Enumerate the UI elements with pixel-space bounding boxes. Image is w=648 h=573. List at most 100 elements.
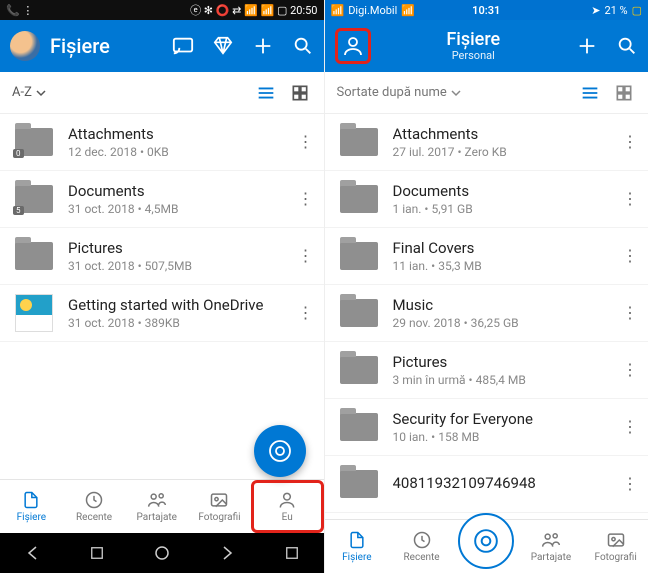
file-icon [12,295,56,331]
more-icon[interactable]: ⋮ [618,191,642,207]
list-item[interactable]: Final Covers 11 ian. • 35,3 MB ⋮ [325,228,648,285]
view-list-icon[interactable] [252,79,280,107]
more-icon[interactable]: ⋮ [618,134,642,150]
item-name: Documents [68,182,294,200]
list-item[interactable]: Attachments 27 iul. 2017 • Zero KB ⋮ [325,114,648,171]
item-name: Attachments [393,125,619,143]
cast-icon[interactable] [172,35,194,57]
item-meta: 11 ian. • 35,3 MB [393,259,619,273]
overview-key[interactable] [285,546,299,560]
nav-partajate[interactable]: Partajate [125,480,188,533]
item-meta: 31 oct. 2018 • 389KB [68,316,294,330]
nav-recente[interactable]: Recente [389,520,454,573]
nav-label: Recente [76,512,112,523]
menu-key[interactable] [219,545,235,561]
profile-button[interactable] [335,28,371,64]
list-item[interactable]: Pictures 31 oct. 2018 • 507,5MB ⋮ [0,228,324,285]
item-meta: 27 iul. 2017 • Zero KB [393,145,619,159]
back-key[interactable] [25,545,41,561]
more-icon[interactable]: ⋮ [294,248,318,264]
folder-icon [12,238,56,274]
item-name: Getting started with OneDrive [68,296,294,314]
more-icon[interactable]: ⋮ [294,134,318,150]
view-grid-icon[interactable] [286,79,314,107]
list-item[interactable]: Security for Everyone 10 ian. • 158 MB ⋮ [325,399,648,456]
nav-icon [21,490,41,510]
search-icon[interactable] [616,35,638,57]
home-key[interactable] [154,545,170,561]
battery-icon: ▢ [632,4,642,17]
folder-icon [337,466,381,502]
plus-icon[interactable] [252,35,274,57]
nav-recente[interactable]: Recente [63,480,126,533]
more-icon[interactable]: ⋮ [618,305,642,321]
more-icon[interactable]: ⋮ [618,419,642,435]
search-icon[interactable] [292,35,314,57]
list-item[interactable]: Music 29 nov. 2018 • 36,25 GB ⋮ [325,285,648,342]
recent-key[interactable] [90,546,104,560]
nav-icon [606,530,626,550]
folder-icon [337,181,381,217]
status-right: ⓔ ✻ ⭕ ⇄ 📶 📶 ▢ 20:50 [190,2,317,18]
nav-icon [541,530,561,550]
nav-fișiere[interactable]: Fișiere [0,480,63,533]
list-item[interactable]: Pictures 3 min în urmă • 485,4 MB ⋮ [325,342,648,399]
item-meta: 31 oct. 2018 • 4,5MB [68,202,294,216]
folder-icon [337,352,381,388]
folder-icon [337,295,381,331]
sort-dropdown[interactable]: Sortate după nume [337,85,461,100]
item-name: Security for Everyone [393,410,619,428]
view-list-icon[interactable] [576,79,604,107]
nav-eu[interactable]: Eu [251,480,324,533]
nav-label: Recente [404,552,440,563]
file-list: 0 Attachments 12 dec. 2018 • 0KB ⋮ 5 Doc… [0,114,324,479]
nav-partajate[interactable]: Partajate [519,520,584,573]
item-meta: 31 oct. 2018 • 507,5MB [68,259,294,273]
nav-icon [84,490,104,510]
android-screen: 📞 ⋮ ⓔ ✻ ⭕ ⇄ 📶 📶 ▢ 20:50 Fișiere A-Z 0 At… [0,0,325,573]
item-name: 40811932109746948 [393,474,619,492]
item-name: Music [393,296,619,314]
bottom-nav: Fișiere Recente Partajate Fotografii Eu [0,479,324,533]
item-name: Pictures [393,353,619,371]
more-icon[interactable]: ⋮ [294,305,318,321]
nav-label: Fotografii [595,552,637,563]
nav-scan[interactable] [454,520,519,573]
avatar[interactable] [10,31,40,61]
nav-fotografii[interactable]: Fotografii [583,520,648,573]
list-item[interactable]: Documents 1 ian. • 5,91 GB ⋮ [325,171,648,228]
nav-label: Partajate [137,512,177,523]
nav-fotografii[interactable]: Fotografii [188,480,251,533]
nav-label: Partajate [531,552,571,563]
nav-icon [147,490,167,510]
sort-dropdown[interactable]: A-Z [12,85,46,100]
folder-icon [337,124,381,160]
status-left: 📞 ⋮ [6,4,33,17]
view-grid-icon[interactable] [610,79,638,107]
more-icon[interactable]: ⋮ [618,476,642,492]
list-item[interactable]: 40811932109746948 ⋮ [325,456,648,513]
battery-label: 21 % [604,4,627,17]
bottom-nav: Fișiere Recente Partajate Fotografii [325,519,648,573]
status-bar: 📶 Digi.Mobil 📶 10:31 ➤ 21 % ▢ [325,0,648,20]
diamond-icon[interactable] [212,35,234,57]
list-item[interactable]: 0 Attachments 12 dec. 2018 • 0KB ⋮ [0,114,324,171]
item-name: Pictures [68,239,294,257]
item-name: Attachments [68,125,294,143]
list-item[interactable]: Getting started with OneDrive 31 oct. 20… [0,285,324,342]
plus-icon[interactable] [576,35,598,57]
sort-bar: Sortate după nume [325,72,648,114]
page-title: Fișiere [50,34,162,58]
nav-icon [277,490,297,510]
more-icon[interactable]: ⋮ [294,191,318,207]
nav-icon [412,530,432,550]
nav-fișiere[interactable]: Fișiere [325,520,390,573]
more-icon[interactable]: ⋮ [618,248,642,264]
app-bar: Fișiere [0,20,324,72]
more-icon[interactable]: ⋮ [618,362,642,378]
item-name: Documents [393,182,619,200]
scan-fab[interactable] [254,425,306,477]
item-meta: 12 dec. 2018 • 0KB [68,145,294,159]
nav-label: Fotografii [198,512,240,523]
list-item[interactable]: 5 Documents 31 oct. 2018 • 4,5MB ⋮ [0,171,324,228]
